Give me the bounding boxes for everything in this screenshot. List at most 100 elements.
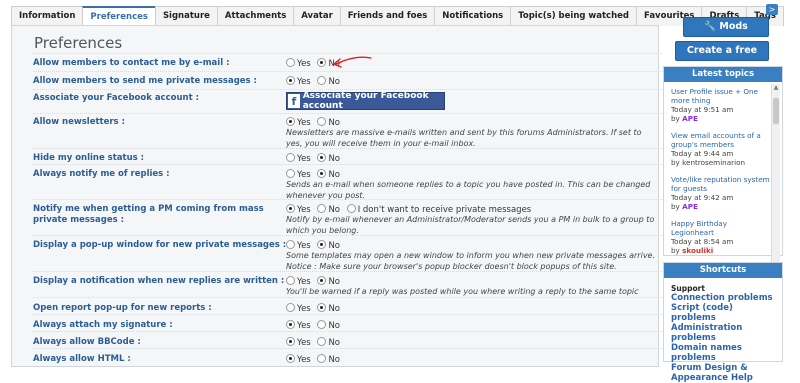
- radio-no-label: No: [328, 338, 340, 348]
- topic-by: by: [671, 246, 680, 255]
- page-title: Preferences: [34, 34, 123, 52]
- topic-time: Today at 8:54 am: [671, 237, 734, 246]
- create-forum-button[interactable]: Create a free forum: [675, 41, 769, 74]
- radio-yes[interactable]: [286, 204, 295, 213]
- scroll-up-icon[interactable]: ▲: [772, 84, 780, 92]
- radio-yes[interactable]: [286, 58, 295, 67]
- tab-attachments[interactable]: Attachments: [216, 6, 295, 26]
- topic-item: User Profile issue + One more thing Toda…: [671, 87, 771, 123]
- radio-no[interactable]: [317, 153, 327, 162]
- topic-link[interactable]: Vote/like reputation system for guests: [671, 175, 771, 193]
- wrench-icon: 🔧: [704, 21, 717, 32]
- topic-link[interactable]: View email accounts of a group's members: [671, 131, 771, 149]
- pref-label: Display a notification when new replies …: [33, 276, 285, 286]
- radio-yes[interactable]: [286, 117, 295, 126]
- pref-row-allow-bbcode: Always allow BBCode : Yes No: [33, 331, 663, 348]
- topic-time: Today at 9:44 am: [671, 149, 734, 158]
- pref-label: Always allow HTML :: [33, 354, 131, 364]
- tab-avatar[interactable]: Avatar: [293, 6, 341, 26]
- tab-topics-being-watched[interactable]: Topic(s) being watched: [510, 6, 638, 26]
- shortcut-link[interactable]: Connection problems: [671, 293, 779, 303]
- tab-preferences[interactable]: Preferences: [82, 6, 156, 27]
- radio-yes-label: Yes: [297, 338, 311, 348]
- radio-no[interactable]: [317, 276, 327, 285]
- pref-label: Associate your Facebook account :: [33, 93, 199, 103]
- topic-time: Today at 9:51 am: [671, 105, 734, 114]
- radio-no[interactable]: [317, 58, 327, 67]
- pref-row-private-messages: Allow members to send me private message…: [33, 71, 663, 87]
- pref-label: Always allow BBCode :: [33, 337, 141, 347]
- topic-by: by: [671, 114, 680, 123]
- radio-no[interactable]: [317, 320, 327, 329]
- radio-yes-label: Yes: [297, 355, 311, 365]
- topic-author[interactable]: skouliki: [682, 246, 713, 255]
- radio-no[interactable]: [317, 303, 327, 312]
- latest-topics-scrollbar[interactable]: ▲ ▼: [771, 84, 780, 269]
- shortcut-link[interactable]: Appearance Help: [671, 373, 779, 383]
- pref-description: Some templates may open a new window to …: [286, 251, 656, 271]
- facebook-connect-button[interactable]: f Associate your Facebook account: [286, 91, 445, 111]
- radio-yes-label: Yes: [297, 59, 311, 69]
- scrollbar-thumb[interactable]: [773, 98, 779, 124]
- radio-no-pm[interactable]: [346, 204, 356, 213]
- radio-no[interactable]: [317, 240, 327, 249]
- radio-no[interactable]: [317, 204, 327, 213]
- pref-row-hide-online: Hide my online status : Yes No: [33, 148, 663, 164]
- radio-no[interactable]: [317, 169, 327, 178]
- radio-no[interactable]: [317, 76, 327, 85]
- facebook-icon: f: [288, 94, 300, 108]
- shortcuts-widget: Shortcuts Support Connection problems Sc…: [663, 262, 783, 383]
- radio-yes[interactable]: [286, 76, 295, 85]
- radio-yes[interactable]: [286, 320, 295, 329]
- topic-link[interactable]: Happy Birthday Legionheart: [671, 219, 771, 237]
- pref-description: You'll be warned if a reply was posted w…: [286, 287, 639, 296]
- pref-label: Allow newsletters :: [33, 117, 125, 127]
- topic-author[interactable]: kentroseminarion: [682, 158, 745, 167]
- tab-friends-and-foes[interactable]: Friends and foes: [339, 6, 436, 26]
- topic-author[interactable]: APE: [682, 114, 698, 123]
- radio-no-label: No: [328, 304, 340, 314]
- radio-yes[interactable]: [286, 169, 295, 178]
- mods-toolbox-button[interactable]: 🔧 Mods Toolbox: [683, 17, 769, 50]
- topic-item: Vote/like reputation system for guests T…: [671, 175, 771, 211]
- radio-yes[interactable]: [286, 240, 295, 249]
- tab-information[interactable]: Information: [11, 6, 84, 26]
- pref-radios: Yes No: [286, 337, 344, 348]
- pref-row-mass-pm: Notify me when getting a PM coming from …: [33, 199, 663, 235]
- radio-yes[interactable]: [286, 337, 295, 346]
- tab-notifications[interactable]: Notifications: [434, 6, 512, 26]
- pref-label: Allow members to send me private message…: [33, 76, 257, 86]
- shortcut-link[interactable]: Domain names problems: [671, 343, 779, 363]
- radio-no[interactable]: [317, 117, 327, 126]
- radio-no[interactable]: [317, 354, 327, 363]
- pref-label: Always attach my signature :: [33, 320, 173, 330]
- pref-row-allow-html: Always allow HTML : Yes No: [33, 348, 663, 365]
- tab-signature[interactable]: Signature: [154, 6, 218, 26]
- shortcuts-support-heading: Support: [671, 284, 705, 293]
- pref-row-report-popup: Open report pop-up for new reports : Yes…: [33, 297, 663, 314]
- radio-yes[interactable]: [286, 354, 295, 363]
- pref-label: Display a pop-up window for new private …: [33, 240, 287, 250]
- topic-item: Happy Birthday Legionheart Today at 8:54…: [671, 219, 771, 255]
- pref-label: Always notify me of replies :: [33, 169, 170, 179]
- pref-radios: Yes No: [286, 320, 344, 331]
- pref-row-newsletters: Allow newsletters : Yes No Newsletters a…: [33, 113, 663, 148]
- radio-no-label: No: [328, 321, 340, 331]
- shortcut-link[interactable]: Administration problems: [671, 323, 779, 343]
- pref-description: Notify by e-mail whenever an Administrat…: [286, 215, 655, 235]
- shortcut-link[interactable]: Script (code) problems: [671, 303, 779, 323]
- collapse-sidebar-button[interactable]: >: [766, 4, 778, 15]
- radio-yes-label: Yes: [297, 77, 311, 87]
- radio-no[interactable]: [317, 337, 327, 346]
- pref-label: Notify me when getting a PM coming from …: [33, 204, 264, 225]
- radio-yes-label: Yes: [297, 304, 311, 314]
- pref-row-notify-replies: Always notify me of replies : Yes No Sen…: [33, 164, 663, 200]
- radio-yes[interactable]: [286, 303, 295, 312]
- radio-yes[interactable]: [286, 276, 295, 285]
- shortcut-link[interactable]: Forum Design &: [671, 363, 779, 373]
- latest-topics-title: Latest topics: [664, 67, 782, 82]
- topic-link[interactable]: User Profile issue + One more thing: [671, 87, 771, 105]
- topic-author[interactable]: APE: [682, 202, 698, 211]
- pref-radios: Yes No: [286, 303, 344, 314]
- radio-yes[interactable]: [286, 153, 295, 162]
